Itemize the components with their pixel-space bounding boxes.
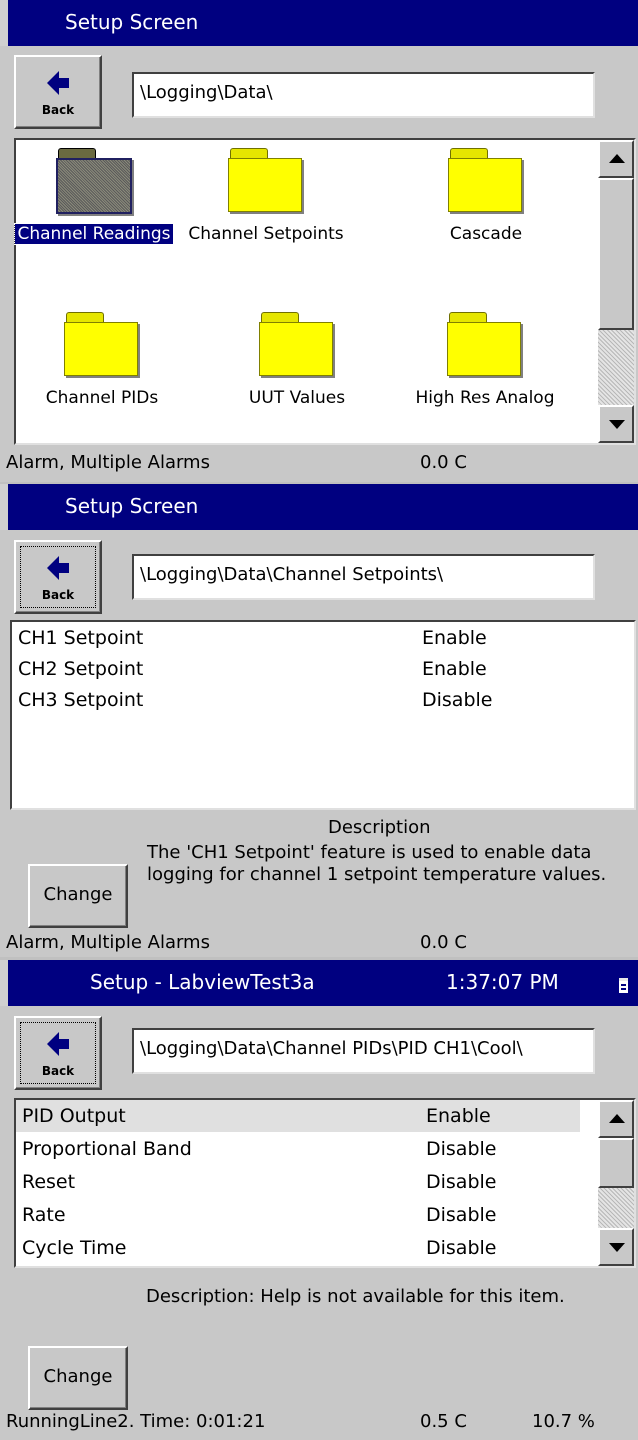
back-button-label: Back — [41, 588, 75, 602]
vertical-scrollbar[interactable] — [598, 140, 634, 443]
window-title: Setup Screen — [65, 494, 199, 518]
folder-icon — [64, 312, 140, 376]
setting-value: Enable — [426, 1105, 491, 1127]
list-row[interactable]: Rate Disable — [16, 1199, 580, 1231]
setting-value: Disable — [426, 1237, 497, 1259]
scroll-thumb[interactable] — [598, 1138, 634, 1188]
back-arrow-icon — [47, 1032, 69, 1056]
setting-name: Proportional Band — [22, 1138, 192, 1160]
settings-list[interactable]: CH1 Setpoint Enable CH2 Setpoint Enable … — [10, 620, 636, 810]
alarm-status: Alarm, Multiple Alarms — [6, 932, 210, 953]
description-text: The 'CH1 Setpoint' feature is used to en… — [147, 842, 607, 885]
folder-label: Channel PIDs — [45, 388, 159, 408]
back-arrow-icon — [47, 71, 69, 95]
back-button-label: Back — [41, 103, 75, 117]
vertical-scrollbar[interactable] — [598, 1100, 634, 1266]
setting-name: CH3 Setpoint — [18, 689, 144, 711]
back-button[interactable]: Back — [14, 1016, 102, 1090]
back-button[interactable]: Back — [14, 540, 102, 614]
list-row[interactable]: Reset Disable — [16, 1166, 580, 1198]
title-bar: Setup - LabviewTest3a 1:37:07 PM — [0, 960, 638, 1006]
change-button[interactable]: Change — [28, 864, 128, 928]
temperature-readout: 0.0 C — [420, 932, 467, 953]
status-bar: RunningLine2. Time: 0:01:21 0.5 C 10.7 % — [0, 1407, 638, 1437]
setting-name: CH2 Setpoint — [18, 658, 144, 680]
setting-name: Cycle Time — [22, 1237, 127, 1259]
status-bar: Alarm, Multiple Alarms 0.0 C — [0, 928, 638, 957]
run-status: RunningLine2. Time: 0:01:21 — [6, 1411, 266, 1432]
folder-channel-setpoints[interactable]: Channel Setpoints — [186, 148, 346, 244]
folder-cascade[interactable]: Cascade — [406, 148, 566, 244]
setting-value: Disable — [426, 1171, 497, 1193]
back-button-label: Back — [41, 1064, 75, 1078]
folder-icon — [259, 312, 335, 376]
folder-high-res-analog[interactable]: High Res Analog — [405, 312, 565, 408]
clock: 1:37:07 PM — [446, 970, 559, 994]
window-title: Setup Screen — [65, 10, 199, 34]
setting-value: Enable — [422, 627, 487, 649]
scroll-down-button[interactable] — [598, 405, 634, 443]
alarm-status: Alarm, Multiple Alarms — [6, 452, 210, 473]
setup-panel-channel-setpoints: Setup Screen Back \Logging\Data\Channel … — [0, 484, 638, 957]
setting-value: Disable — [426, 1204, 497, 1226]
setting-name: Reset — [22, 1171, 76, 1193]
scroll-up-icon — [609, 1114, 625, 1123]
setting-name: PID Output — [22, 1105, 126, 1127]
list-row[interactable]: Cycle Time Disable — [16, 1232, 580, 1264]
settings-list[interactable]: PID Output Enable Proportional Band Disa… — [14, 1098, 636, 1268]
change-button[interactable]: Change — [28, 1346, 128, 1410]
scroll-down-button[interactable] — [598, 1228, 634, 1266]
scroll-thumb[interactable] — [598, 178, 634, 330]
title-bar: Setup Screen — [0, 484, 638, 530]
folder-label: High Res Analog — [415, 388, 555, 408]
setting-name: CH1 Setpoint — [18, 627, 144, 649]
list-row[interactable]: Proportional Band Disable — [16, 1133, 580, 1165]
list-row[interactable]: CH2 Setpoint Enable — [12, 653, 634, 685]
folder-channel-pids[interactable]: Channel PIDs — [22, 312, 182, 408]
tray-icon — [619, 978, 628, 993]
window-title: Setup - LabviewTest3a — [90, 970, 315, 994]
setting-name: Rate — [22, 1204, 66, 1226]
scroll-up-button[interactable] — [598, 1100, 634, 1138]
folder-label: Channel Readings — [14, 223, 174, 245]
folder-icon — [448, 148, 524, 212]
title-bar: Setup Screen — [0, 0, 638, 46]
scroll-down-icon — [609, 1243, 625, 1252]
back-button[interactable]: Back — [14, 55, 102, 129]
percent-output: 10.7 % — [532, 1411, 595, 1432]
folder-channel-readings[interactable]: Channel Readings — [14, 148, 174, 245]
folder-icon — [56, 148, 132, 214]
temperature-readout: 0.5 C — [420, 1411, 467, 1432]
list-row[interactable]: CH3 Setpoint Disable — [12, 684, 634, 716]
setting-value: Disable — [422, 689, 493, 711]
back-arrow-icon — [47, 556, 69, 580]
temperature-readout: 0.0 C — [420, 452, 467, 473]
folder-icon — [447, 312, 523, 376]
scroll-up-icon — [609, 154, 625, 163]
list-row-selected[interactable]: PID Output Enable — [16, 1100, 580, 1132]
folder-label: Cascade — [449, 224, 523, 244]
path-field[interactable]: \Logging\Data\ — [132, 72, 595, 118]
folder-view[interactable]: Channel Readings Channel Setpoints Casca… — [14, 138, 636, 445]
folder-label: UUT Values — [248, 388, 346, 408]
list-row[interactable]: CH1 Setpoint Enable — [12, 622, 634, 654]
setting-value: Disable — [426, 1138, 497, 1160]
status-bar: Alarm, Multiple Alarms 0.0 C — [0, 448, 638, 478]
folder-label: Channel Setpoints — [188, 224, 344, 244]
setup-panel-folders: Setup Screen Back \Logging\Data\ Channel… — [0, 0, 638, 482]
path-field[interactable]: \Logging\Data\Channel Setpoints\ — [132, 554, 595, 600]
description-text: Description: Help is not available for t… — [146, 1286, 565, 1307]
folder-uut-values[interactable]: UUT Values — [217, 312, 377, 408]
scroll-up-button[interactable] — [598, 140, 634, 178]
path-field[interactable]: \Logging\Data\Channel PIDs\PID CH1\Cool\ — [132, 1028, 595, 1074]
scroll-down-icon — [609, 420, 625, 429]
setup-panel-pid-cool: Setup - LabviewTest3a 1:37:07 PM Back \L… — [0, 960, 638, 1440]
setting-value: Enable — [422, 658, 487, 680]
description-heading: Description — [328, 817, 431, 838]
folder-icon — [228, 148, 304, 212]
